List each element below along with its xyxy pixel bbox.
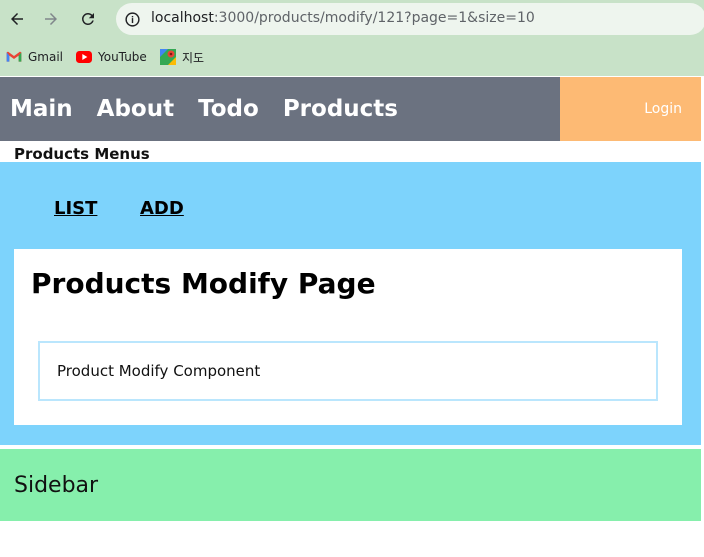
nav-link-about[interactable]: About bbox=[97, 96, 174, 122]
products-menu-section: LIST ADD Products Modify Page Product Mo… bbox=[0, 162, 701, 445]
modify-component: Product Modify Component bbox=[38, 341, 658, 401]
sidebar-label: Sidebar bbox=[14, 472, 99, 498]
main-nav: Main About Todo Products bbox=[0, 77, 560, 141]
bookmark-label: YouTube bbox=[98, 50, 147, 64]
browser-toolbar: localhost:3000/products/modify/121?page=… bbox=[0, 0, 704, 38]
component-label: Product Modify Component bbox=[57, 362, 261, 380]
gmail-icon bbox=[6, 49, 22, 65]
maps-icon bbox=[160, 49, 176, 65]
add-link[interactable]: ADD bbox=[140, 198, 184, 219]
back-button[interactable] bbox=[6, 8, 28, 30]
forward-button[interactable] bbox=[40, 8, 62, 30]
bookmark-label: 지도 bbox=[182, 50, 205, 65]
reload-icon bbox=[81, 12, 94, 25]
bookmark-youtube[interactable]: YouTube bbox=[76, 48, 147, 66]
site-info-icon[interactable] bbox=[122, 9, 142, 29]
address-bar[interactable]: localhost:3000/products/modify/121?page=… bbox=[116, 3, 704, 35]
url-host: localhost bbox=[151, 10, 214, 26]
bookmark-label: Gmail bbox=[28, 50, 64, 64]
nav-link-todo[interactable]: Todo bbox=[198, 96, 259, 122]
login-area: Login bbox=[560, 77, 701, 141]
forward-arrow-icon bbox=[45, 13, 57, 25]
nav-link-main[interactable]: Main bbox=[10, 96, 73, 122]
reload-button[interactable] bbox=[77, 8, 99, 30]
sidebar: Sidebar bbox=[0, 449, 701, 521]
page-title: Products Modify Page bbox=[31, 267, 376, 300]
products-menus-title: Products Menus bbox=[14, 145, 150, 163]
login-link[interactable]: Login bbox=[644, 101, 682, 117]
list-link[interactable]: LIST bbox=[54, 198, 97, 219]
bookmark-maps[interactable]: 지도 bbox=[160, 48, 204, 66]
nav-link-products[interactable]: Products bbox=[283, 96, 398, 122]
content-panel: Products Modify Page Product Modify Comp… bbox=[14, 249, 682, 425]
url-path: :3000/products/modify/121?page=1&size=10 bbox=[213, 10, 535, 26]
back-arrow-icon bbox=[11, 13, 23, 25]
bookmarks-bar: Gmail YouTube 지도 bbox=[0, 38, 704, 76]
youtube-icon bbox=[76, 49, 92, 65]
bookmark-gmail[interactable]: Gmail bbox=[6, 48, 63, 66]
url-text[interactable]: localhost:3000/products/modify/121?page=… bbox=[151, 10, 535, 26]
